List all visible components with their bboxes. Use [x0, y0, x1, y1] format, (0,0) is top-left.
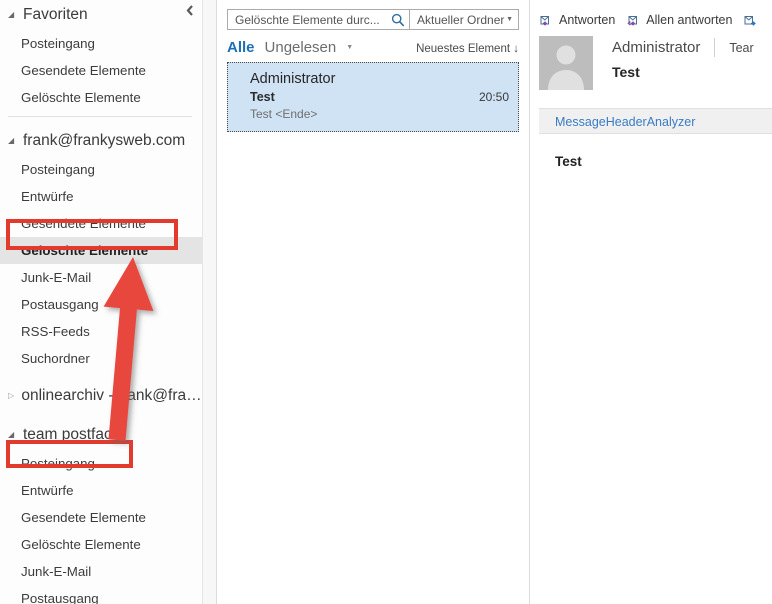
chevron-left-icon [186, 5, 193, 16]
reading-pane: Antworten Allen antworten Administrator … [530, 0, 772, 604]
sidebar-divider [8, 116, 192, 117]
reply-all-label: Allen antworten [646, 13, 733, 27]
reply-label: Antworten [559, 13, 616, 27]
sidebar-group-onlinearchiv: ▷ onlinearchiv - frank@frankys... [0, 381, 202, 411]
search-scope-label: Aktueller Ordner [417, 12, 505, 27]
sidebar-item-junk-e-mail[interactable]: Junk-E-Mail [0, 264, 202, 291]
group-label: team postfach [23, 426, 121, 443]
message-list-pane: Aktueller Ordner ▼ Alle Ungelesen ▼ Neue… [217, 0, 530, 604]
sidebar-item-rss-feeds[interactable]: RSS-Feeds [0, 318, 202, 345]
addin-link-messageheaderanalyzer[interactable]: MessageHeaderAnalyzer [555, 115, 695, 129]
folder-pane: ◢ Favoriten Posteingang Gesendete Elemen… [0, 0, 202, 604]
search-icon[interactable] [391, 13, 405, 27]
group-label: onlinearchiv - frank@frankys... [21, 387, 202, 404]
message-sender: Administrator [250, 71, 336, 87]
sidebar-item-fav-posteingang[interactable]: Posteingang [0, 30, 202, 57]
outlook-window: ◢ Favoriten Posteingang Gesendete Elemen… [0, 0, 772, 604]
expand-triangle-icon[interactable]: ◢ [8, 11, 20, 19]
group-header-favoriten[interactable]: ◢ Favoriten [0, 0, 202, 30]
message-list: Administrator Test 20:50 Test <Ende> [217, 56, 529, 132]
sidebar-item-team-posteingang[interactable]: Posteingang [0, 450, 202, 477]
search-input[interactable] [235, 12, 391, 27]
message-header-row: Administrator Tear [612, 38, 754, 57]
sidebar-item-entwuerfe[interactable]: Entwürfe [0, 183, 202, 210]
group-header-team-postfach[interactable]: ◢ team postfach [0, 420, 202, 450]
reply-all-button[interactable]: Allen antworten [626, 13, 732, 27]
sidebar-item-team-postausgang[interactable]: Postausgang [0, 585, 202, 604]
sidebar-item-suchordner[interactable]: Suchordner [0, 345, 202, 372]
search-box[interactable] [227, 9, 409, 30]
message-body: Test [555, 154, 582, 169]
message-subject-row: Test 20:50 [250, 89, 509, 106]
collapse-triangle-icon[interactable]: ▷ [8, 392, 18, 400]
filter-row: Alle Ungelesen ▼ Neuestes Element ↓ [217, 30, 529, 56]
filter-tab-all[interactable]: Alle [227, 39, 255, 56]
message-from: Administrator [612, 39, 701, 56]
forward-button[interactable] [743, 13, 763, 27]
group-header-frank-mailbox[interactable]: ◢ frank@frankysweb.com [0, 126, 202, 156]
sidebar-item-posteingang[interactable]: Posteingang [0, 156, 202, 183]
expand-triangle-icon[interactable]: ◢ [8, 137, 20, 145]
reply-action-bar: Antworten Allen antworten [530, 0, 772, 27]
message-to: Tear [729, 40, 754, 55]
avatar [539, 36, 593, 90]
group-label: Favoriten [23, 6, 88, 23]
message-header-text: Administrator Tear Test [593, 36, 754, 90]
reply-icon [540, 16, 549, 26]
message-subject-heading: Test [612, 64, 640, 80]
addin-bar: MessageHeaderAnalyzer [539, 108, 772, 134]
search-row: Aktueller Ordner ▼ [217, 0, 529, 30]
sidebar-item-postausgang[interactable]: Postausgang [0, 291, 202, 318]
expand-triangle-icon[interactable]: ◢ [8, 431, 20, 439]
filter-tab-unread[interactable]: Ungelesen [265, 39, 337, 56]
sidebar-item-team-entwuerfe[interactable]: Entwürfe [0, 477, 202, 504]
forward-icon [744, 16, 757, 26]
sidebar-item-geloeschte-elemente[interactable]: Gelöschte Elemente [0, 237, 202, 264]
chevron-down-icon[interactable]: ▼ [346, 44, 353, 51]
reply-all-icon [627, 16, 638, 26]
collapse-pane-icon[interactable] [182, 5, 196, 19]
message-subject: Test [250, 90, 275, 104]
group-header-onlinearchiv[interactable]: ▷ onlinearchiv - frank@frankys... [0, 381, 202, 411]
sidebar-item-gesendete-elemente[interactable]: Gesendete Elemente [0, 210, 202, 237]
sidebar-item-team-gesendete-elemente[interactable]: Gesendete Elemente [0, 504, 202, 531]
folder-pane-scrollbar[interactable] [202, 0, 217, 604]
sidebar-item-fav-geloeschte-elemente[interactable]: Gelöschte Elemente [0, 84, 202, 111]
sidebar-group-favoriten: ◢ Favoriten Posteingang Gesendete Elemen… [0, 0, 202, 111]
sidebar-item-team-geloeschte-elemente[interactable]: Gelöschte Elemente [0, 531, 202, 558]
message-preview: Test <Ende> [250, 107, 318, 121]
message-header: Administrator Tear Test [530, 27, 772, 90]
search-scope-dropdown[interactable]: Aktueller Ordner ▼ [409, 9, 519, 30]
contact-avatar-icon [548, 45, 584, 90]
sidebar-item-fav-gesendete-elemente[interactable]: Gesendete Elemente [0, 57, 202, 84]
sort-order-label[interactable]: Neuestes Element ↓ [416, 43, 519, 55]
message-list-item[interactable]: Administrator Test 20:50 Test <Ende> [227, 62, 519, 132]
reply-button[interactable]: Antworten [539, 13, 615, 27]
chevron-down-icon[interactable]: ▼ [506, 16, 513, 23]
message-time: 20:50 [478, 90, 509, 104]
sidebar-group-frank-mailbox: ◢ frank@frankysweb.com Posteingang Entwü… [0, 126, 202, 372]
sidebar-group-team-postfach: ◢ team postfach Posteingang Entwürfe Ges… [0, 420, 202, 604]
sidebar-item-team-junk-e-mail[interactable]: Junk-E-Mail [0, 558, 202, 585]
group-label: frank@frankysweb.com [23, 132, 186, 149]
header-separator [714, 38, 716, 57]
